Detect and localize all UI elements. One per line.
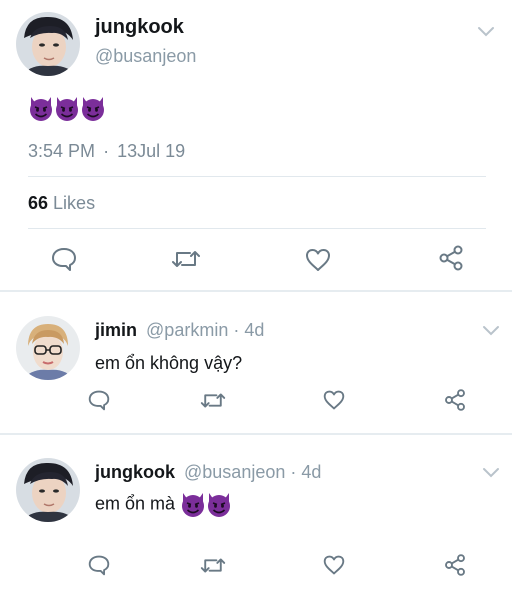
- heart-icon: [323, 390, 345, 410]
- avatar-jungkook[interactable]: [16, 458, 80, 522]
- speech-bubble-icon: [88, 555, 110, 576]
- reply-separator: ·: [233, 320, 240, 340]
- reply-separator: ·: [290, 462, 297, 482]
- main-handle[interactable]: @busanjeon: [95, 46, 196, 67]
- heart-icon: [306, 249, 330, 271]
- tweet-date: 13Jul 19: [117, 141, 186, 161]
- reply-age: 4d: [244, 320, 265, 340]
- like-button[interactable]: [322, 554, 346, 576]
- avatar-jimin[interactable]: [16, 316, 80, 380]
- reply-button[interactable]: [50, 246, 78, 272]
- smiling-devil-icon: [80, 94, 106, 122]
- share-button[interactable]: [443, 553, 467, 577]
- share-button[interactable]: [443, 388, 467, 412]
- divider: [28, 176, 486, 177]
- likes-label: Likes: [53, 193, 96, 213]
- reply-age: 4d: [301, 462, 322, 482]
- share-icon: [445, 389, 465, 411]
- retweet-button[interactable]: [171, 248, 201, 270]
- reply-button[interactable]: [87, 554, 111, 576]
- tweet-time: 3:54 PM: [28, 141, 96, 161]
- section-divider: [0, 433, 512, 435]
- speech-bubble-icon: [88, 390, 110, 411]
- reply-content: em ổn mà: [95, 490, 232, 518]
- chevron-down-icon[interactable]: [482, 325, 500, 337]
- main-display-name[interactable]: jungkook: [95, 16, 184, 39]
- reply-button[interactable]: [87, 389, 111, 411]
- likes-number: 66: [28, 193, 49, 213]
- share-icon: [445, 554, 465, 576]
- smiling-devil-icon: [28, 94, 54, 122]
- likes-count[interactable]: 66 Likes: [28, 193, 95, 214]
- smiling-devil-icon: [180, 490, 206, 518]
- like-button[interactable]: [322, 389, 346, 411]
- share-button[interactable]: [437, 244, 465, 272]
- reply-header: jimin @parkmin · 4d: [95, 320, 264, 341]
- speech-bubble-icon: [52, 248, 76, 271]
- avatar-jungkook[interactable]: [16, 12, 80, 76]
- timestamp-separator: ·: [103, 141, 110, 161]
- retweet-icon: [200, 558, 226, 573]
- retweet-icon: [172, 251, 200, 267]
- section-divider: [0, 290, 512, 292]
- like-button[interactable]: [304, 247, 332, 273]
- reply-handle[interactable]: @busanjeon: [184, 462, 285, 482]
- reply-display-name[interactable]: jungkook: [95, 462, 175, 482]
- reply-text: em ổn không vậy?: [95, 353, 243, 373]
- smiling-devil-icon: [54, 94, 80, 122]
- divider: [28, 228, 486, 229]
- reply-header: jungkook @busanjeon · 4d: [95, 462, 321, 483]
- retweet-button[interactable]: [200, 391, 226, 410]
- share-icon: [439, 245, 463, 271]
- emoji-row: [28, 94, 106, 124]
- retweet-button[interactable]: [200, 556, 226, 575]
- tweet-timestamp: 3:54 PM · 13Jul 19: [28, 141, 185, 162]
- smiling-devil-icon: [206, 490, 232, 518]
- chevron-down-icon[interactable]: [477, 26, 495, 38]
- reply-text: em ổn mà: [95, 493, 176, 514]
- chevron-down-icon[interactable]: [482, 467, 500, 479]
- reply-handle[interactable]: @parkmin: [146, 320, 228, 340]
- retweet-icon: [200, 393, 226, 408]
- reply-display-name[interactable]: jimin: [95, 320, 137, 340]
- heart-icon: [323, 555, 345, 575]
